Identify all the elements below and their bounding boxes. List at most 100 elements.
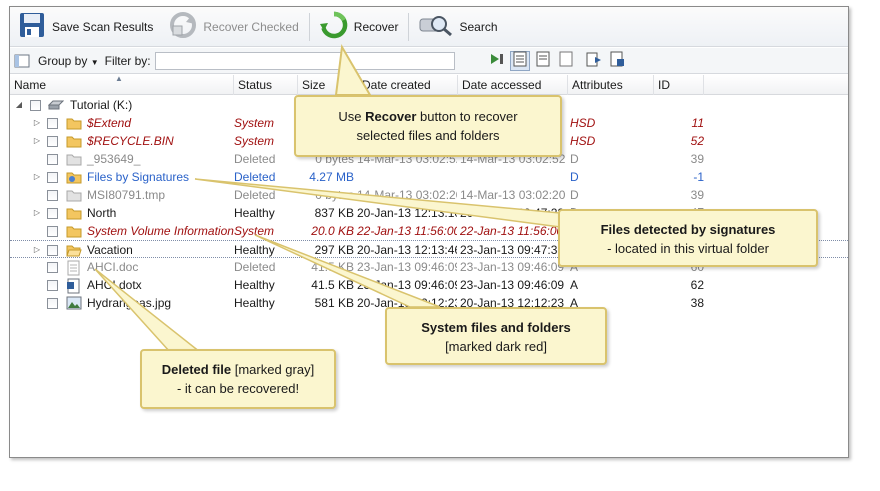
toolbar-separator: [408, 12, 410, 41]
file-id: 62: [690, 278, 704, 292]
file-id: 52: [690, 134, 704, 148]
signatures-callout-line2: - located in this virtual folder: [607, 241, 769, 256]
file-status: Deleted: [234, 188, 276, 202]
toolbar-separator: [308, 12, 310, 41]
row-checkbox[interactable]: [47, 280, 58, 291]
file-size: 0 bytes: [315, 188, 354, 202]
group-by-dropdown[interactable]: Group by ▼: [38, 54, 99, 68]
recover-callout: Use Recover button to recover selected f…: [294, 95, 562, 157]
file-status: Deleted: [234, 152, 276, 166]
deleted-callout-line2: - it can be recovered!: [176, 381, 300, 396]
expand-arrow-icon[interactable]: ◢: [14, 96, 24, 114]
file-date-created: 20-Jan-13 12:13:46: [357, 243, 457, 257]
search-button[interactable]: Search: [411, 10, 505, 44]
main-toolbar: Save Scan Results Recover Checked Recove…: [10, 7, 848, 47]
row-checkbox[interactable]: [47, 262, 58, 273]
file-name: AHCI.doc: [87, 260, 139, 274]
row-checkbox[interactable]: [47, 298, 58, 309]
deleted-callout-text: [marked gray]: [231, 362, 315, 377]
file-status: Deleted: [234, 260, 276, 274]
file-size: 837 KB: [314, 206, 354, 220]
image-icon: [66, 296, 82, 315]
details-view-icon: [513, 51, 527, 70]
table-row[interactable]: AHCI.dotx Healthy 41.5 KB 23-Jan-13 09:46:0…: [10, 276, 848, 294]
system-callout-line2: [marked dark red]: [445, 339, 547, 354]
filter-bar: Group by ▼ Filter by:: [10, 48, 848, 74]
expand-arrow-icon[interactable]: ▷: [32, 204, 42, 222]
view-details-button[interactable]: [509, 50, 530, 71]
file-date-accessed: 14-Mar-13 03:02:20: [460, 188, 566, 202]
file-name: _953649_: [87, 152, 141, 166]
table-row[interactable]: ▷ Files by Signatures Deleted 4.27 MB D -1: [10, 168, 848, 186]
system-callout-bold: System files and folders: [421, 320, 571, 335]
row-checkbox[interactable]: [47, 226, 58, 237]
column-id[interactable]: ID: [654, 75, 704, 95]
column-size[interactable]: Size: [298, 75, 358, 95]
row-checkbox[interactable]: [47, 172, 58, 183]
file-name: AHCI.dotx: [87, 278, 142, 292]
root-label: Tutorial (K:): [70, 98, 133, 112]
file-attributes: D: [570, 188, 579, 202]
panel-toggle-icon[interactable]: [14, 54, 30, 68]
signatures-callout: Files detected by signatures - located i…: [558, 209, 818, 267]
file-date-created: 23-Jan-13 09:46:09: [357, 260, 457, 274]
filter-arrow-icon: [489, 51, 505, 70]
row-checkbox[interactable]: [47, 190, 58, 201]
column-date-created[interactable]: Date created: [358, 75, 458, 95]
root-checkbox[interactable]: [30, 100, 41, 111]
properties-icon: [609, 51, 625, 70]
file-size: 581 KB: [314, 296, 354, 310]
file-name: North: [87, 206, 117, 220]
table-row[interactable]: MSI80791.tmp Deleted 0 bytes 14-Mar-13 03:0…: [10, 186, 848, 204]
file-status: Healthy: [234, 296, 275, 310]
expand-arrow-icon[interactable]: ▷: [32, 114, 42, 132]
file-name: Files by Signatures: [87, 170, 190, 184]
file-name: $Extend: [87, 116, 132, 130]
file-date-accessed: 23-Jan-13 09:47:33: [460, 243, 565, 257]
recover-button[interactable]: Recover: [312, 10, 407, 44]
recover-checked-button[interactable]: Recover Checked: [161, 10, 306, 44]
properties-button[interactable]: [607, 51, 627, 71]
recover-checked-label: Recover Checked: [203, 19, 299, 34]
file-id: -1: [693, 170, 704, 184]
recover-icon: [319, 11, 348, 42]
file-id: 39: [690, 188, 704, 202]
signatures-callout-bold: Files detected by signatures: [600, 222, 776, 237]
row-checkbox[interactable]: [47, 154, 58, 165]
file-date-accessed: 20-Jan-13 09:47:22: [460, 206, 565, 220]
file-size: 297 KB: [314, 243, 354, 257]
column-attributes[interactable]: Attributes: [568, 75, 654, 95]
search-label: Search: [459, 19, 498, 34]
file-status: System: [234, 134, 275, 148]
file-size: 41.5 KB: [311, 260, 354, 274]
file-date-created: 20-Jan-13 12:13:10: [357, 206, 457, 220]
file-date-accessed: 22-Jan-13 11:56:00: [460, 224, 564, 238]
file-name: Vacation: [87, 243, 133, 257]
filter-input[interactable]: [154, 51, 455, 70]
view-list-button[interactable]: [533, 51, 553, 71]
app-window: Save Scan Results Recover Checked Recove…: [9, 6, 849, 458]
floppy-disk-icon: [18, 11, 46, 42]
file-status: System: [234, 224, 275, 238]
file-date-created: 14-Mar-13 03:02:20: [357, 188, 457, 202]
expand-arrow-icon[interactable]: ▷: [32, 168, 42, 186]
row-checkbox[interactable]: [47, 136, 58, 147]
recover-callout-bold: Recover: [365, 109, 417, 124]
sort-ascending-icon: ▲: [115, 74, 123, 83]
column-date-accessed[interactable]: Date accessed: [458, 75, 568, 95]
apply-filter-button[interactable]: [487, 51, 507, 71]
file-size: 20.0 KB: [311, 224, 354, 238]
chevron-down-icon: ▼: [90, 57, 99, 67]
row-checkbox[interactable]: [47, 208, 58, 219]
row-checkbox[interactable]: [47, 245, 58, 256]
file-id: 11: [691, 116, 704, 130]
view-page-button[interactable]: [556, 51, 576, 71]
export-button[interactable]: [584, 51, 604, 71]
column-status[interactable]: Status: [234, 75, 298, 95]
page-view-icon: [559, 51, 573, 70]
expand-arrow-icon[interactable]: ▷: [32, 132, 42, 150]
file-attributes: D: [570, 170, 579, 184]
expand-arrow-icon[interactable]: ▷: [32, 241, 42, 259]
row-checkbox[interactable]: [47, 118, 58, 129]
save-scan-results-button[interactable]: Save Scan Results: [10, 10, 161, 44]
